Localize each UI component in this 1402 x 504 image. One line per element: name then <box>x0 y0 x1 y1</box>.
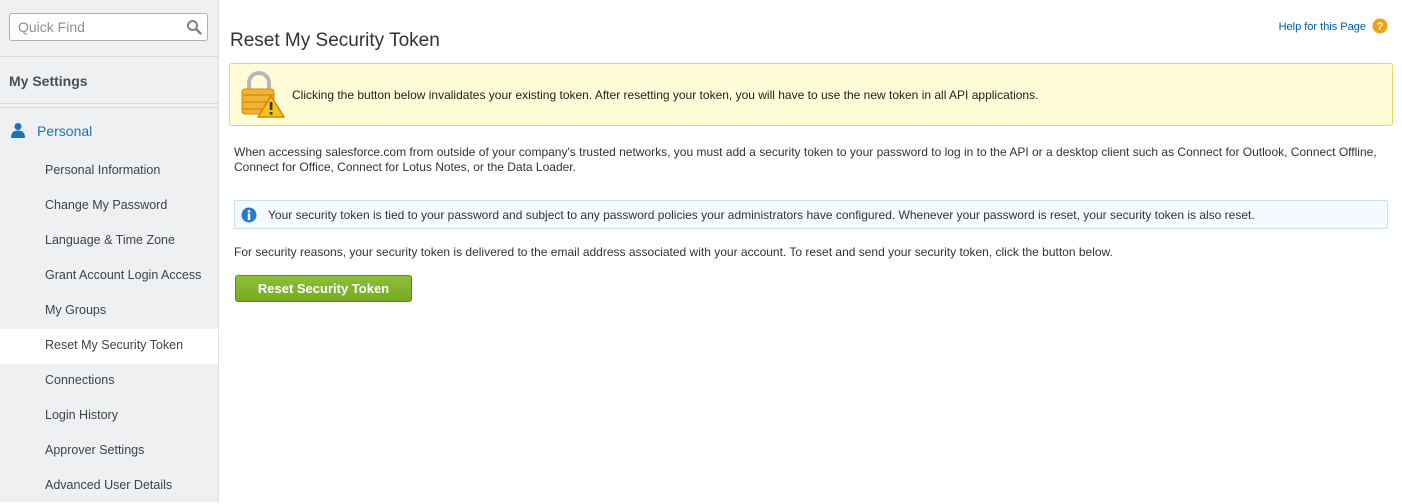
sidebar-item-grant-account-login-access[interactable]: Grant Account Login Access <box>0 259 218 294</box>
search-icon[interactable] <box>186 19 202 35</box>
sidebar-item-label: Personal Information <box>45 163 161 177</box>
sidebar-group-personal[interactable]: Personal <box>0 118 218 144</box>
divider <box>0 103 218 104</box>
divider <box>0 56 218 57</box>
intro-paragraph: When accessing salesforce.com from outsi… <box>234 145 1377 174</box>
sidebar-item-label: My Groups <box>45 303 107 317</box>
svg-text:?: ? <box>1377 21 1384 33</box>
sidebar: My Settings Personal Personal Informatio… <box>0 0 219 502</box>
lock-warning-icon <box>241 71 285 118</box>
sidebar-item-personal-information[interactable]: Personal Information <box>0 154 218 189</box>
quick-find-input[interactable] <box>18 14 178 40</box>
person-icon <box>11 123 25 138</box>
warning-message: Clicking the button below invalidates yo… <box>229 63 1393 126</box>
sidebar-item-connections[interactable]: Connections <box>0 364 218 399</box>
info-message: Your security token is tied to your pass… <box>234 200 1388 229</box>
info-text: Your security token is tied to your pass… <box>268 208 1255 222</box>
sidebar-item-label: Approver Settings <box>45 443 145 457</box>
sidebar-item-label: Reset My Security Token <box>45 338 184 352</box>
sidebar-item-reset-my-security-token[interactable]: Reset My Security Token <box>0 329 218 364</box>
sidebar-item-label: Change My Password <box>45 198 168 212</box>
info-icon <box>241 207 257 223</box>
help-link[interactable]: Help for this Page <box>1279 21 1366 33</box>
page-title: Reset My Security Token <box>230 29 440 51</box>
sidebar-item-advanced-user-details[interactable]: Advanced User Details <box>0 469 218 504</box>
security-note: For security reasons, your security toke… <box>234 245 1113 259</box>
sidebar-item-login-history[interactable]: Login History <box>0 399 218 434</box>
sidebar-item-label: Connections <box>45 373 115 387</box>
sidebar-group-label: Personal <box>37 123 93 139</box>
section-title: My Settings <box>9 73 88 89</box>
sidebar-item-label: Advanced User Details <box>45 478 173 492</box>
divider <box>0 107 218 108</box>
sidebar-item-label: Login History <box>45 408 118 422</box>
quick-find-box <box>9 13 208 41</box>
sidebar-item-change-my-password[interactable]: Change My Password <box>0 189 218 224</box>
sidebar-item-label: Language & Time Zone <box>45 233 175 247</box>
sidebar-item-approver-settings[interactable]: Approver Settings <box>0 434 218 469</box>
sidebar-item-label: Grant Account Login Access <box>45 268 202 282</box>
sidebar-item-language-time-zone[interactable]: Language & Time Zone <box>0 224 218 259</box>
warning-text: Clicking the button below invalidates yo… <box>292 88 1039 102</box>
reset-security-token-button[interactable]: Reset Security Token <box>235 275 412 302</box>
help-icon[interactable]: ? <box>1372 18 1388 34</box>
sidebar-item-my-groups[interactable]: My Groups <box>0 294 218 329</box>
